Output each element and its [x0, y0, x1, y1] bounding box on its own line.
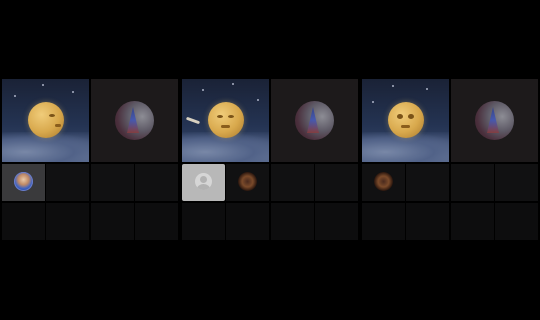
moon-face-icon [388, 102, 424, 138]
empty-participant-tile[interactable] [46, 203, 89, 240]
star [42, 84, 44, 86]
star [257, 99, 259, 101]
participant-tile[interactable] [226, 164, 269, 201]
empty-participant-tile[interactable] [451, 203, 494, 240]
user-avatar-icon [238, 172, 257, 191]
globe-icon [475, 101, 514, 140]
scene-preview[interactable] [362, 79, 449, 162]
moon-eye [408, 114, 414, 119]
moon-eye [228, 115, 234, 118]
participant-tile[interactable] [362, 164, 405, 201]
star [202, 89, 204, 91]
session-panel-3 [362, 79, 538, 242]
viewer-screen [0, 0, 540, 320]
globe-icon [115, 101, 154, 140]
scene-preview[interactable] [2, 79, 89, 162]
flame-shape [127, 107, 139, 133]
star [232, 83, 234, 85]
moon-face-icon [208, 102, 244, 138]
empty-participant-tile[interactable] [91, 164, 134, 201]
session-panel-2 [182, 79, 358, 242]
empty-participant-tile[interactable] [46, 164, 89, 201]
flame-shape [487, 107, 499, 133]
rocket-icon [185, 116, 201, 125]
moon-eye [49, 114, 55, 117]
moon-mouth [401, 125, 410, 128]
moon-mouth [55, 124, 61, 127]
empty-participant-tile[interactable] [271, 164, 314, 201]
participant-tile-placeholder[interactable] [182, 164, 225, 201]
user-avatar-icon [374, 172, 393, 191]
empty-participant-tile[interactable] [495, 203, 538, 240]
session-panel-1 [2, 79, 178, 242]
user-body-shape [197, 184, 210, 190]
user-head-shape [200, 176, 207, 183]
camera-view[interactable] [91, 79, 178, 162]
empty-participant-tile[interactable] [271, 203, 314, 240]
empty-participant-tile[interactable] [406, 203, 449, 240]
flame-shape [307, 107, 319, 133]
camera-view[interactable] [451, 79, 538, 162]
star [72, 91, 74, 93]
star [392, 85, 394, 87]
empty-participant-tile[interactable] [2, 203, 45, 240]
user-avatar-icon [14, 172, 33, 191]
participant-tile-selected[interactable] [2, 164, 45, 201]
star [372, 101, 374, 103]
empty-participant-tile[interactable] [315, 203, 358, 240]
empty-participant-tile[interactable] [135, 164, 178, 201]
empty-participant-tile[interactable] [315, 164, 358, 201]
scene-preview[interactable] [182, 79, 269, 162]
empty-participant-tile[interactable] [226, 203, 269, 240]
empty-participant-tile[interactable] [135, 203, 178, 240]
moon-eye [217, 115, 223, 118]
empty-participant-tile[interactable] [406, 164, 449, 201]
moon-face-icon [28, 102, 64, 138]
moon-eye [397, 114, 403, 119]
globe-icon [295, 101, 334, 140]
star [14, 95, 16, 97]
star [426, 88, 428, 90]
camera-view[interactable] [271, 79, 358, 162]
empty-participant-tile[interactable] [362, 203, 405, 240]
empty-participant-tile[interactable] [451, 164, 494, 201]
empty-participant-tile[interactable] [495, 164, 538, 201]
default-user-icon [195, 173, 212, 190]
empty-participant-tile[interactable] [91, 203, 134, 240]
empty-participant-tile[interactable] [182, 203, 225, 240]
moon-mouth [221, 125, 230, 128]
